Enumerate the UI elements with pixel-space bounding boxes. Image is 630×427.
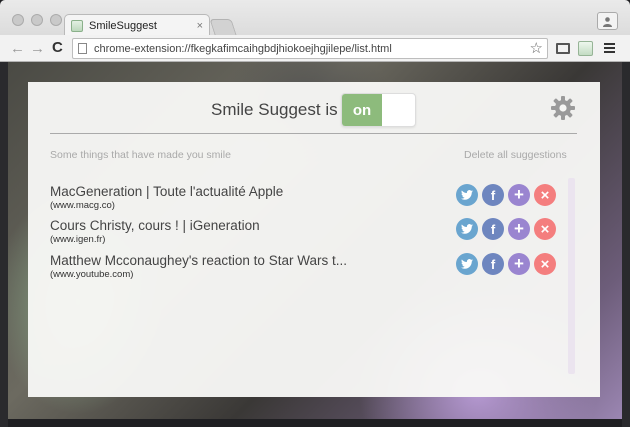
delete-icon: × xyxy=(540,186,550,204)
tab-close-icon[interactable]: × xyxy=(197,20,203,32)
share-facebook-button[interactable]: f xyxy=(482,184,504,206)
item-url: (www.igen.fr) xyxy=(50,234,106,245)
back-button[interactable]: ← xyxy=(10,40,25,57)
list-item[interactable]: Cours Christy, cours ! | iGeneration (ww… xyxy=(50,217,450,246)
minimize-window-button[interactable] xyxy=(31,14,43,26)
menu-icon[interactable] xyxy=(604,43,615,53)
tab-smilesuggest[interactable]: SmileSuggest × xyxy=(64,14,210,36)
new-tab-button[interactable] xyxy=(209,19,237,35)
window-edge xyxy=(0,62,8,427)
list-scrollbar[interactable] xyxy=(568,178,575,374)
twitter-icon xyxy=(461,259,473,269)
browser-toolbar: ← → C chrome-extension://fkegkafimcaihgb… xyxy=(0,35,630,62)
forward-button[interactable]: → xyxy=(30,40,45,57)
facebook-icon: f xyxy=(490,187,496,203)
add-button[interactable]: + xyxy=(508,218,530,240)
item-title[interactable]: Matthew Mcconaughey's reaction to Star W… xyxy=(50,252,450,269)
delete-icon: × xyxy=(540,220,550,238)
enable-toggle[interactable]: on xyxy=(341,93,416,127)
smile-suggest-panel: Smile Suggest is on Some things that hav… xyxy=(28,82,600,397)
add-icon: + xyxy=(514,254,524,273)
add-icon: + xyxy=(514,219,524,238)
item-title[interactable]: Cours Christy, cours ! | iGeneration xyxy=(50,217,450,234)
delete-icon: × xyxy=(540,255,550,273)
facebook-icon: f xyxy=(490,221,496,237)
cast-icon[interactable] xyxy=(556,43,570,54)
header-divider xyxy=(50,133,577,134)
delete-all-link[interactable]: Delete all suggestions xyxy=(464,149,567,161)
page-icon xyxy=(78,43,87,54)
item-title[interactable]: MacGeneration | Toute l'actualité Apple xyxy=(50,183,450,200)
twitter-icon xyxy=(461,190,473,200)
add-button[interactable]: + xyxy=(508,253,530,275)
item-url: (www.macg.co) xyxy=(50,200,115,211)
list-item[interactable]: Matthew Mcconaughey's reaction to Star W… xyxy=(50,252,450,281)
tab-title: SmileSuggest xyxy=(89,19,157,32)
gear-icon[interactable] xyxy=(550,95,576,121)
item-url: (www.youtube.com) xyxy=(50,269,134,280)
profile-icon xyxy=(603,17,612,27)
item-actions: f + × xyxy=(456,218,556,240)
delete-button[interactable]: × xyxy=(534,184,556,206)
delete-button[interactable]: × xyxy=(534,218,556,240)
share-twitter-button[interactable] xyxy=(456,253,478,275)
item-actions: f + × xyxy=(456,253,556,275)
window-edge xyxy=(622,62,630,427)
browser-titlebar: SmileSuggest × xyxy=(0,0,630,36)
share-facebook-button[interactable]: f xyxy=(482,253,504,275)
star-icon[interactable]: ☆ xyxy=(530,40,547,57)
close-window-button[interactable] xyxy=(12,14,24,26)
share-twitter-button[interactable] xyxy=(456,184,478,206)
share-facebook-button[interactable]: f xyxy=(482,218,504,240)
item-actions: f + × xyxy=(456,184,556,206)
profile-button[interactable] xyxy=(597,12,618,30)
extension-icon[interactable] xyxy=(578,41,593,56)
delete-button[interactable]: × xyxy=(534,253,556,275)
page-title: Smile Suggest is xyxy=(211,100,338,119)
tab-favicon-icon xyxy=(71,19,83,32)
add-button[interactable]: + xyxy=(508,184,530,206)
reload-button[interactable]: C xyxy=(52,39,63,56)
toggle-on-label: on xyxy=(342,94,382,126)
facebook-icon: f xyxy=(490,256,496,272)
address-bar[interactable]: chrome-extension://fkegkafimcaihgbdjhiok… xyxy=(72,38,548,59)
share-twitter-button[interactable] xyxy=(456,218,478,240)
add-icon: + xyxy=(514,185,524,204)
list-caption: Some things that have made you smile xyxy=(50,149,231,161)
twitter-icon xyxy=(461,224,473,234)
list-item[interactable]: MacGeneration | Toute l'actualité Apple … xyxy=(50,183,450,212)
url-text: chrome-extension://fkegkafimcaihgbdjhiok… xyxy=(94,42,392,55)
zoom-window-button[interactable] xyxy=(50,14,62,26)
